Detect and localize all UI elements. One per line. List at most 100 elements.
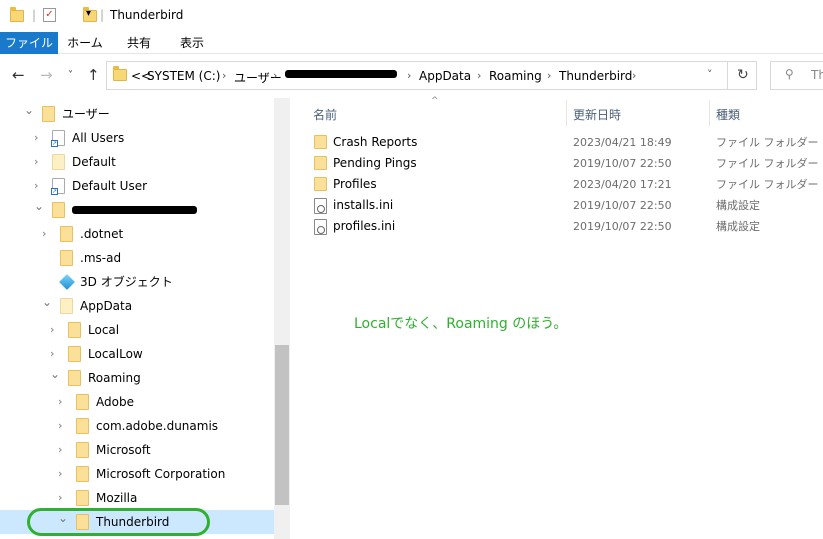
column-header-date[interactable]: 更新日時 [573, 106, 621, 123]
search-icon: ⚲ [785, 67, 794, 81]
folder-icon [76, 418, 89, 434]
chevron-right-icon[interactable]: › [42, 222, 46, 246]
nav-item[interactable]: › LocalLow [0, 342, 274, 366]
properties-icon[interactable]: ✓ [43, 8, 56, 22]
nav-item[interactable]: › Microsoft Corporation [0, 462, 274, 486]
chevron-down-icon[interactable]: ⌄ [34, 194, 44, 218]
tab-view[interactable]: 表示 [166, 32, 218, 54]
list-item[interactable]: Pending Pings 2019/10/07 22:50 ファイル フォルダー [305, 153, 823, 174]
tab-home[interactable]: ホーム [60, 32, 110, 54]
refresh-icon[interactable]: ↻ [737, 67, 749, 83]
file-name: installs.ini [333, 198, 394, 212]
chevron-down-icon[interactable]: ⌄ [50, 362, 60, 386]
tab-share[interactable]: 共有 [115, 32, 163, 54]
list-item[interactable]: profiles.ini 2019/10/07 22:50 構成設定 [305, 216, 823, 237]
breadcrumb-roaming[interactable]: Roaming [489, 69, 542, 83]
nav-item[interactable]: ⌄ Roaming [0, 366, 274, 390]
recent-locations-chevron-icon[interactable]: ˅ [68, 70, 73, 81]
nav-item[interactable]: › Default [0, 150, 274, 174]
up-arrow-icon[interactable]: ↑ [87, 66, 100, 84]
navigation-pane: ⌄ ユーザー › ↗ All Users › Default › ↗ Default User ⌄ ›… [0, 98, 290, 539]
chevron-right-icon[interactable]: › [34, 126, 38, 150]
chevron-right-icon[interactable]: › [58, 414, 62, 438]
folder-icon [10, 7, 24, 22]
nav-item-label: Default [72, 155, 116, 169]
nav-item-label: Microsoft Corporation [96, 467, 226, 481]
nav-scrollbar-thumb[interactable] [275, 345, 289, 505]
tab-file[interactable]: ファイル [0, 32, 58, 54]
search-input[interactable]: Th [811, 68, 823, 82]
chevron-right-icon[interactable]: › [632, 69, 636, 82]
folder-icon [60, 250, 73, 266]
folder-icon [60, 298, 73, 314]
column-header-name[interactable]: 名前 [313, 106, 337, 123]
settings-file-icon [314, 198, 327, 214]
file-name: Profiles [333, 177, 377, 191]
chevron-down-icon[interactable]: ⌄ [24, 98, 34, 122]
file-type: ファイル フォルダー [716, 136, 819, 149]
cube-3d-icon [59, 274, 75, 290]
nav-item-label: 3D オブジェクト [80, 275, 173, 289]
column-divider[interactable] [566, 100, 567, 126]
chevron-right-icon[interactable]: › [547, 69, 551, 82]
column-header-type[interactable]: 種類 [716, 106, 740, 123]
list-item[interactable]: Crash Reports 2023/04/21 18:49 ファイル フォルダー [305, 132, 823, 153]
search-box[interactable]: ⚲ Th [770, 61, 823, 90]
nav-item[interactable]: ⌄ [0, 198, 274, 222]
chevron-right-icon[interactable]: › [58, 438, 62, 462]
chevron-right-icon[interactable]: › [273, 69, 277, 82]
nav-item[interactable]: › com.adobe.dunamis [0, 414, 274, 438]
annotation-text: Localでなく、Roaming のほう。 [354, 316, 568, 332]
nav-item[interactable]: ⌄ AppData [0, 294, 274, 318]
chevron-down-icon[interactable]: ⌄ [42, 290, 52, 314]
nav-item[interactable]: › ↗ All Users [0, 126, 274, 150]
nav-item-label: com.adobe.dunamis [96, 419, 219, 433]
folder-icon [52, 154, 65, 170]
folder-icon [60, 226, 73, 242]
separator: | [100, 8, 105, 22]
ribbon: ファイル ホーム 共有 表示 [0, 32, 823, 54]
nav-item-label: LocalLow [88, 347, 143, 361]
breadcrumb-system-c[interactable]: SYSTEM (C:) [147, 69, 220, 83]
list-item[interactable]: Profiles 2023/04/20 17:21 ファイル フォルダー [305, 174, 823, 195]
nav-item-label: Default User [72, 179, 148, 193]
breadcrumb-thunderbird[interactable]: Thunderbird [559, 69, 632, 83]
nav-item[interactable]: › Adobe [0, 390, 274, 414]
nav-item[interactable]: ⌄ ユーザー [0, 102, 274, 126]
chevron-right-icon[interactable]: › [58, 390, 62, 414]
folder-icon [314, 177, 327, 191]
redacted-username [285, 70, 397, 78]
folder-icon [52, 202, 65, 218]
file-name: Pending Pings [333, 156, 417, 170]
nav-item[interactable]: › Local [0, 318, 274, 342]
redacted-username [72, 206, 197, 214]
customize-toolbar-icon[interactable]: ▾ [86, 8, 91, 19]
address-bar[interactable]: << SYSTEM (C:) › ユーザー › › AppData › Roam… [106, 61, 757, 90]
chevron-right-icon[interactable]: › [58, 462, 62, 486]
nav-item[interactable]: › .dotnet [0, 222, 274, 246]
folder-icon [314, 156, 327, 170]
chevron-right-icon[interactable]: › [407, 69, 411, 82]
forward-arrow-icon[interactable]: → [40, 66, 53, 84]
nav-item-label: Local [88, 323, 120, 337]
back-arrow-icon[interactable]: ← [12, 66, 25, 84]
nav-item-label: Mozilla [96, 491, 138, 505]
nav-item[interactable]: › Microsoft [0, 438, 274, 462]
file-type: ファイル フォルダー [716, 157, 819, 170]
file-name: Crash Reports [333, 135, 418, 149]
chevron-right-icon[interactable]: › [50, 318, 54, 342]
column-divider[interactable] [709, 100, 710, 126]
list-item[interactable]: installs.ini 2019/10/07 22:50 構成設定 [305, 195, 823, 216]
breadcrumb-appdata[interactable]: AppData [419, 69, 471, 83]
nav-item[interactable]: .ms-ad [0, 246, 274, 270]
nav-item-label: Microsoft [96, 443, 151, 457]
chevron-right-icon[interactable]: › [477, 69, 481, 82]
nav-item[interactable]: › Mozilla [0, 486, 274, 510]
chevron-right-icon[interactable]: › [222, 69, 226, 82]
settings-file-icon [314, 219, 327, 235]
chevron-right-icon[interactable]: › [34, 150, 38, 174]
address-dropdown-icon[interactable]: ˅ [707, 68, 713, 81]
file-type: ファイル フォルダー [716, 178, 819, 191]
nav-item-label: Roaming [88, 371, 141, 385]
file-date: 2019/10/07 22:50 [573, 199, 672, 212]
